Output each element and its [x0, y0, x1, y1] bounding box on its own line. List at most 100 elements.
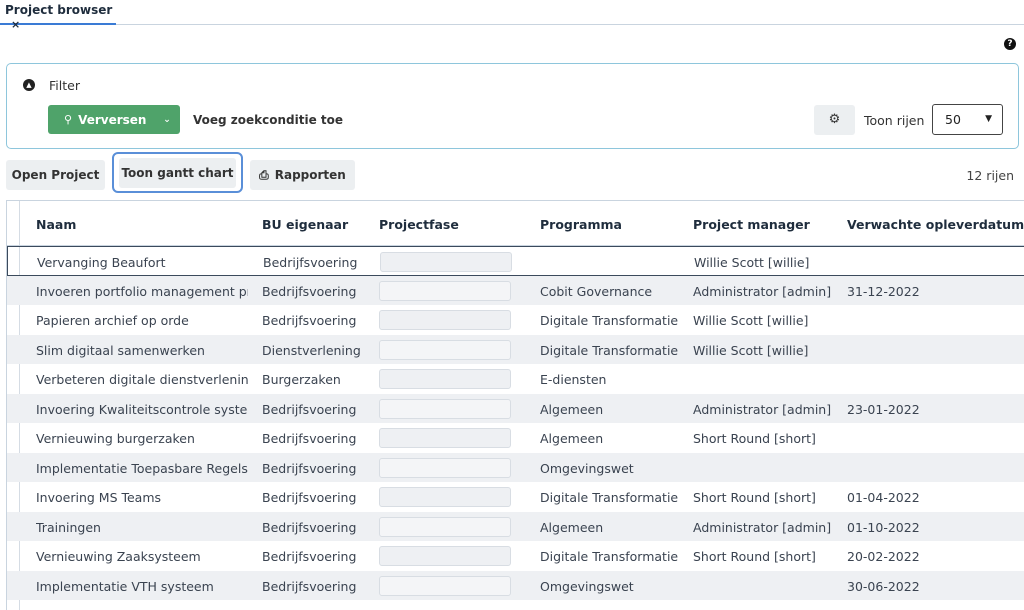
- chevron-down-icon[interactable]: ⌄: [154, 115, 180, 125]
- cell-programma: Algemeen: [540, 519, 604, 535]
- cell-project-manager: Short Round [short]: [693, 431, 816, 446]
- close-icon[interactable]: ×: [11, 18, 20, 31]
- header-programma[interactable]: Programma: [540, 217, 622, 232]
- cell-project-manager: Administrator [admin]: [693, 283, 832, 299]
- table-row[interactable]: Invoering Kwaliteitscontrole systeem Bedr…: [7, 393, 1024, 423]
- rows-per-page-select[interactable]: 50 ▼: [932, 104, 1003, 135]
- cell-bu-eigenaar: Bedrijfsvoering: [262, 490, 357, 505]
- cell-naam: Vernieuwing burgerzaken: [36, 431, 195, 446]
- cell-naam: Invoering Kwaliteitscontrole systeem: [36, 401, 248, 417]
- cell-naam: Invoeren portfolio management proces: [36, 283, 248, 299]
- tab-bar: Project browser ×: [0, 0, 1024, 31]
- project-table: Naam BU eigenaar Projectfase Programma P…: [6, 200, 1024, 610]
- table-row[interactable]: Vernieuwing Zaaksysteem Bedrijfsvoering Di…: [7, 541, 1024, 571]
- cell-bu-eigenaar: Dienstverlening: [262, 342, 361, 358]
- open-project-button[interactable]: Open Project: [6, 160, 105, 190]
- table-header: Naam BU eigenaar Projectfase Programma P…: [7, 201, 1024, 246]
- open-project-label: Open Project: [11, 168, 100, 182]
- cell-bu-eigenaar: Bedrijfsvoering: [262, 313, 357, 328]
- header-naam[interactable]: Naam: [36, 217, 76, 232]
- projectfase-bar: [379, 310, 511, 330]
- gear-icon[interactable]: ⚙: [814, 105, 855, 135]
- tab-title: Project browser: [5, 3, 113, 17]
- cell-project-manager: Administrator [admin]: [693, 401, 832, 417]
- help-icon[interactable]: ?: [1004, 38, 1016, 50]
- cell-bu-eigenaar: Burgerzaken: [262, 372, 341, 387]
- cell-programma: Omgevingswet: [540, 578, 634, 594]
- table-row[interactable]: Vernieuwing burgerzaken Bedrijfsvoering Al…: [7, 423, 1024, 453]
- reports-button[interactable]: ⎙ Rapporten: [250, 160, 355, 190]
- cell-programma: Algemeen: [540, 431, 604, 446]
- table-row[interactable]: Slim digitaal samenwerken Dienstverlening…: [7, 334, 1024, 364]
- cell-project-manager: Short Round [short]: [693, 490, 816, 505]
- cell-naam: Trainingen: [36, 519, 101, 535]
- cell-opleverdatum: 23-01-2022: [847, 401, 920, 417]
- reports-label: Rapporten: [274, 168, 346, 182]
- cell-programma: Digitale Transformatie: [540, 313, 679, 328]
- header-bu-eigenaar[interactable]: BU eigenaar: [262, 217, 348, 232]
- tab-project-browser[interactable]: Project browser ×: [0, 0, 116, 31]
- cell-naam: Papieren archief op orde: [36, 313, 189, 328]
- cell-naam: Invoering MS Teams: [36, 490, 162, 505]
- cell-bu-eigenaar: Bedrijfsvoering: [262, 519, 357, 535]
- projectfase-bar: [379, 457, 511, 478]
- projectfase-bar: [379, 546, 511, 566]
- cell-naam: Slim digitaal samenwerken: [36, 342, 205, 358]
- table-row[interactable]: Verbeteren digitale dienstverlening burg…: [7, 364, 1024, 394]
- gantt-chart-button[interactable]: Toon gantt chart: [112, 152, 243, 193]
- gantt-chart-label: Toon gantt chart: [121, 165, 234, 180]
- cell-project-manager: Short Round [short]: [693, 549, 816, 564]
- cell-project-manager: Willie Scott [willie]: [694, 255, 810, 270]
- search-icon: ⚲: [64, 113, 73, 126]
- refresh-button[interactable]: ⚲ Verversen ⌄: [48, 105, 180, 134]
- projectfase-bar: [380, 252, 512, 272]
- cell-bu-eigenaar: Bedrijfsvoering: [262, 283, 357, 299]
- header-opleverdatum[interactable]: Verwachte opleverdatum: [847, 217, 1024, 232]
- table-row[interactable]: Implementatie VTH systeem Bedrijfsvoering…: [7, 570, 1024, 600]
- printer-icon: ⎙: [259, 167, 269, 182]
- projectfase-bar: [379, 487, 511, 507]
- projectfase-bar: [379, 339, 511, 360]
- cell-programma: Cobit Governance: [540, 283, 653, 299]
- cell-bu-eigenaar: Bedrijfsvoering: [262, 578, 357, 594]
- cell-bu-eigenaar: Bedrijfsvoering: [262, 460, 357, 476]
- table-row[interactable]: Invoeren portfolio management proces Bedr…: [7, 275, 1024, 305]
- table-row[interactable]: Implementatie Toepasbare Regels Bedrijfsv…: [7, 452, 1024, 482]
- rows-label: Toon rijen: [864, 113, 925, 128]
- cell-naam: Vervanging Beaufort: [37, 255, 166, 270]
- refresh-label: Verversen: [78, 112, 147, 127]
- cell-programma: Algemeen: [540, 401, 604, 417]
- cell-opleverdatum: 01-04-2022: [847, 490, 920, 505]
- filter-panel: ▲ Filter ⚲ Verversen ⌄ Voeg zoekconditie…: [6, 63, 1019, 149]
- rows-value: 50: [945, 112, 961, 127]
- chevron-up-icon[interactable]: ▲: [23, 79, 35, 91]
- cell-naam: Verbeteren digitale dienstverlening burg…: [36, 372, 248, 387]
- cell-programma: Omgevingswet: [540, 460, 634, 476]
- cell-opleverdatum: 31-12-2022: [847, 283, 920, 299]
- header-projectfase[interactable]: Projectfase: [379, 217, 459, 232]
- cell-naam: Implementatie Toepasbare Regels: [36, 460, 248, 476]
- table-row[interactable]: Vervanging Beaufort Bedrijfsvoering Willie…: [7, 246, 1024, 276]
- projectfase-bar: [379, 280, 511, 301]
- cell-programma: Digitale Transformatie: [540, 549, 679, 564]
- cell-project-manager: Willie Scott [willie]: [693, 342, 809, 358]
- cell-bu-eigenaar: Bedrijfsvoering: [262, 401, 357, 417]
- add-condition-link[interactable]: Voeg zoekconditie toe: [193, 113, 343, 127]
- projectfase-bar: [379, 428, 511, 448]
- cell-programma: Digitale Transformatie: [540, 342, 679, 358]
- row-count: 12 rijen: [966, 168, 1014, 183]
- projectfase-bar: [379, 575, 511, 596]
- header-project-manager[interactable]: Project manager: [693, 217, 810, 232]
- cell-project-manager: Administrator [admin]: [693, 519, 832, 535]
- table-row[interactable]: Trainingen Bedrijfsvoering Algemeen Adminis…: [7, 511, 1024, 541]
- cell-opleverdatum: 20-02-2022: [847, 549, 920, 564]
- cell-project-manager: Willie Scott [willie]: [693, 313, 809, 328]
- table-row[interactable]: Papieren archief op orde Bedrijfsvoering D…: [7, 305, 1024, 335]
- cell-opleverdatum: 30-06-2022: [847, 578, 920, 594]
- cell-bu-eigenaar: Bedrijfsvoering: [262, 549, 357, 564]
- cell-opleverdatum: 01-10-2022: [847, 519, 920, 535]
- projectfase-bar: [379, 516, 511, 537]
- cell-naam: Implementatie VTH systeem: [36, 578, 214, 594]
- table-row[interactable]: Invoering MS Teams Bedrijfsvoering Digital…: [7, 482, 1024, 512]
- projectfase-bar: [379, 398, 511, 419]
